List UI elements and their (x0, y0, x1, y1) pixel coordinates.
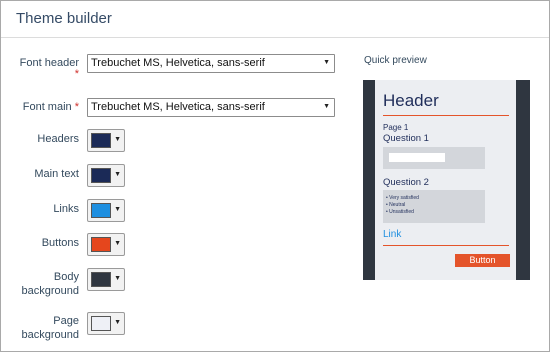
buttons-color-label: Buttons (41, 237, 79, 249)
preview-option: • Neutral (386, 202, 406, 208)
color-swatch (91, 272, 111, 287)
headers-color-label: Headers (37, 133, 79, 145)
required-marker: * (74, 68, 79, 80)
page-background-color-picker[interactable]: ▼ (87, 312, 125, 335)
preview-header: Header (383, 91, 439, 110)
headers-color-picker[interactable]: ▼ (87, 129, 125, 152)
preview-question-2: Question 2 (383, 177, 429, 188)
chevron-down-icon: ▼ (114, 319, 121, 326)
preview-divider (383, 245, 509, 246)
theme-builder-panel: Theme builder Font header * Trebuchet MS… (0, 0, 550, 352)
chevron-down-icon: ▼ (114, 171, 121, 178)
preview-page: Header Page 1 Question 1 Question 2 • Ve… (375, 80, 516, 280)
quick-preview: Header Page 1 Question 1 Question 2 • Ve… (363, 80, 530, 280)
color-swatch (91, 168, 111, 183)
preview-option: • Very satisfied (386, 195, 419, 201)
body-background-color-picker[interactable]: ▼ (87, 268, 125, 291)
font-main-value: Trebuchet MS, Helvetica, sans-serif (91, 101, 265, 113)
chevron-down-icon: ▼ (114, 206, 121, 213)
links-color-label: Links (53, 203, 79, 215)
main-text-color-picker[interactable]: ▼ (87, 164, 125, 187)
buttons-color-picker[interactable]: ▼ (87, 233, 125, 256)
chevron-down-icon: ▼ (323, 103, 330, 110)
preview-link: Link (383, 229, 402, 240)
page-background-color-label: Page background (21, 315, 80, 341)
color-swatch (91, 203, 111, 218)
main-text-color-label: Main text (34, 168, 79, 180)
preview-option: • Unsatisfied (386, 209, 414, 215)
preview-text-input (389, 153, 445, 162)
preview-question-2-box: • Very satisfied • Neutral • Unsatisfied (383, 190, 485, 223)
preview-question-1-box (383, 147, 485, 169)
font-header-value: Trebuchet MS, Helvetica, sans-serif (91, 57, 265, 69)
preview-button: Button (455, 254, 510, 267)
font-main-label: Font main * (22, 101, 79, 113)
font-header-label: Font header * (0, 56, 79, 80)
quick-preview-label: Quick preview (364, 55, 427, 66)
chevron-down-icon: ▼ (323, 59, 330, 66)
preview-page-title: Page 1 (383, 123, 409, 132)
color-swatch (91, 237, 111, 252)
font-main-select[interactable]: Trebuchet MS, Helvetica, sans-serif ▼ (87, 98, 335, 117)
chevron-down-icon: ▼ (114, 275, 121, 282)
title-divider (1, 37, 549, 38)
required-marker: * (74, 101, 79, 113)
color-swatch (91, 133, 111, 148)
chevron-down-icon: ▼ (114, 136, 121, 143)
preview-question-1: Question 1 (383, 133, 429, 144)
chevron-down-icon: ▼ (114, 240, 121, 247)
color-swatch (91, 316, 111, 331)
links-color-picker[interactable]: ▼ (87, 199, 125, 222)
body-background-color-label: Body background (21, 271, 80, 297)
page-title: Theme builder (16, 10, 112, 27)
font-header-select[interactable]: Trebuchet MS, Helvetica, sans-serif ▼ (87, 54, 335, 73)
preview-divider (383, 115, 509, 116)
